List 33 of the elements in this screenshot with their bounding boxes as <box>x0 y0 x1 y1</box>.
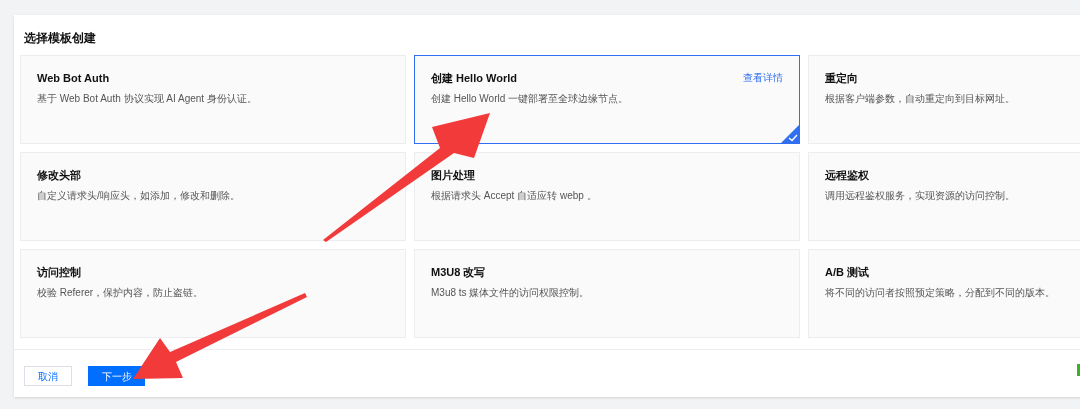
template-card[interactable]: 创建 Hello World 查看详情 创建 Hello World 一键部署至全球边缘节点。 <box>414 55 800 144</box>
card-title: A/B 测试 <box>825 265 869 279</box>
card-description: 自定义请求头/响应头，如添加，修改和删除。 <box>37 190 240 201</box>
template-card[interactable]: A/B 测试 将不同的访问者按照预定策略，分配到不同的版本。 <box>808 249 1080 338</box>
template-card[interactable]: 重定向 根据客户端参数，自动重定向到目标网址。 <box>808 55 1080 144</box>
template-card[interactable]: M3U8 改写 M3u8 ts 媒体文件的访问权限控制。 <box>414 249 800 338</box>
card-title: 创建 Hello World <box>431 71 517 85</box>
template-card[interactable]: Web Bot Auth 基于 Web Bot Auth 协议实现 AI Agent 身份认证。 <box>20 55 406 144</box>
card-title: 访问控制 <box>37 265 81 279</box>
card-description: M3u8 ts 媒体文件的访问权限控制。 <box>431 287 590 298</box>
check-icon <box>781 125 799 143</box>
card-title: 修改头部 <box>37 168 81 182</box>
card-description: 根据客户端参数，自动重定向到目标网址。 <box>825 93 1015 104</box>
card-description: 调用远程鉴权服务，实现资源的访问控制。 <box>825 190 1015 201</box>
card-description: 校验 Referer，保护内容，防止盗链。 <box>37 287 204 298</box>
details-link[interactable]: 查看详情 <box>743 71 783 85</box>
template-card[interactable]: 访问控制 校验 Referer，保护内容，防止盗链。 <box>20 249 406 338</box>
cancel-button[interactable]: 取消 <box>24 366 72 386</box>
card-title: Web Bot Auth <box>37 71 110 85</box>
template-card[interactable]: 远程鉴权 调用远程鉴权服务，实现资源的访问控制。 <box>808 152 1080 241</box>
card-title: M3U8 改写 <box>431 265 486 279</box>
card-title: 远程鉴权 <box>825 168 869 182</box>
card-description: 创建 Hello World 一键部署至全球边缘节点。 <box>431 93 629 104</box>
next-button[interactable]: 下一步 <box>88 366 145 386</box>
status-indicator <box>1077 364 1080 376</box>
card-title: 图片处理 <box>431 168 475 182</box>
card-title: 重定向 <box>825 71 858 85</box>
card-description: 根据请求头 Accept 自适应转 webp 。 <box>431 190 597 201</box>
template-card[interactable]: 图片处理 根据请求头 Accept 自适应转 webp 。 <box>414 152 800 241</box>
section-title: 选择模板创建 <box>24 31 96 45</box>
template-card[interactable]: 修改头部 自定义请求头/响应头，如添加，修改和删除。 <box>20 152 406 241</box>
card-description: 基于 Web Bot Auth 协议实现 AI Agent 身份认证。 <box>37 93 257 104</box>
card-description: 将不同的访问者按照预定策略，分配到不同的版本。 <box>825 287 1055 298</box>
